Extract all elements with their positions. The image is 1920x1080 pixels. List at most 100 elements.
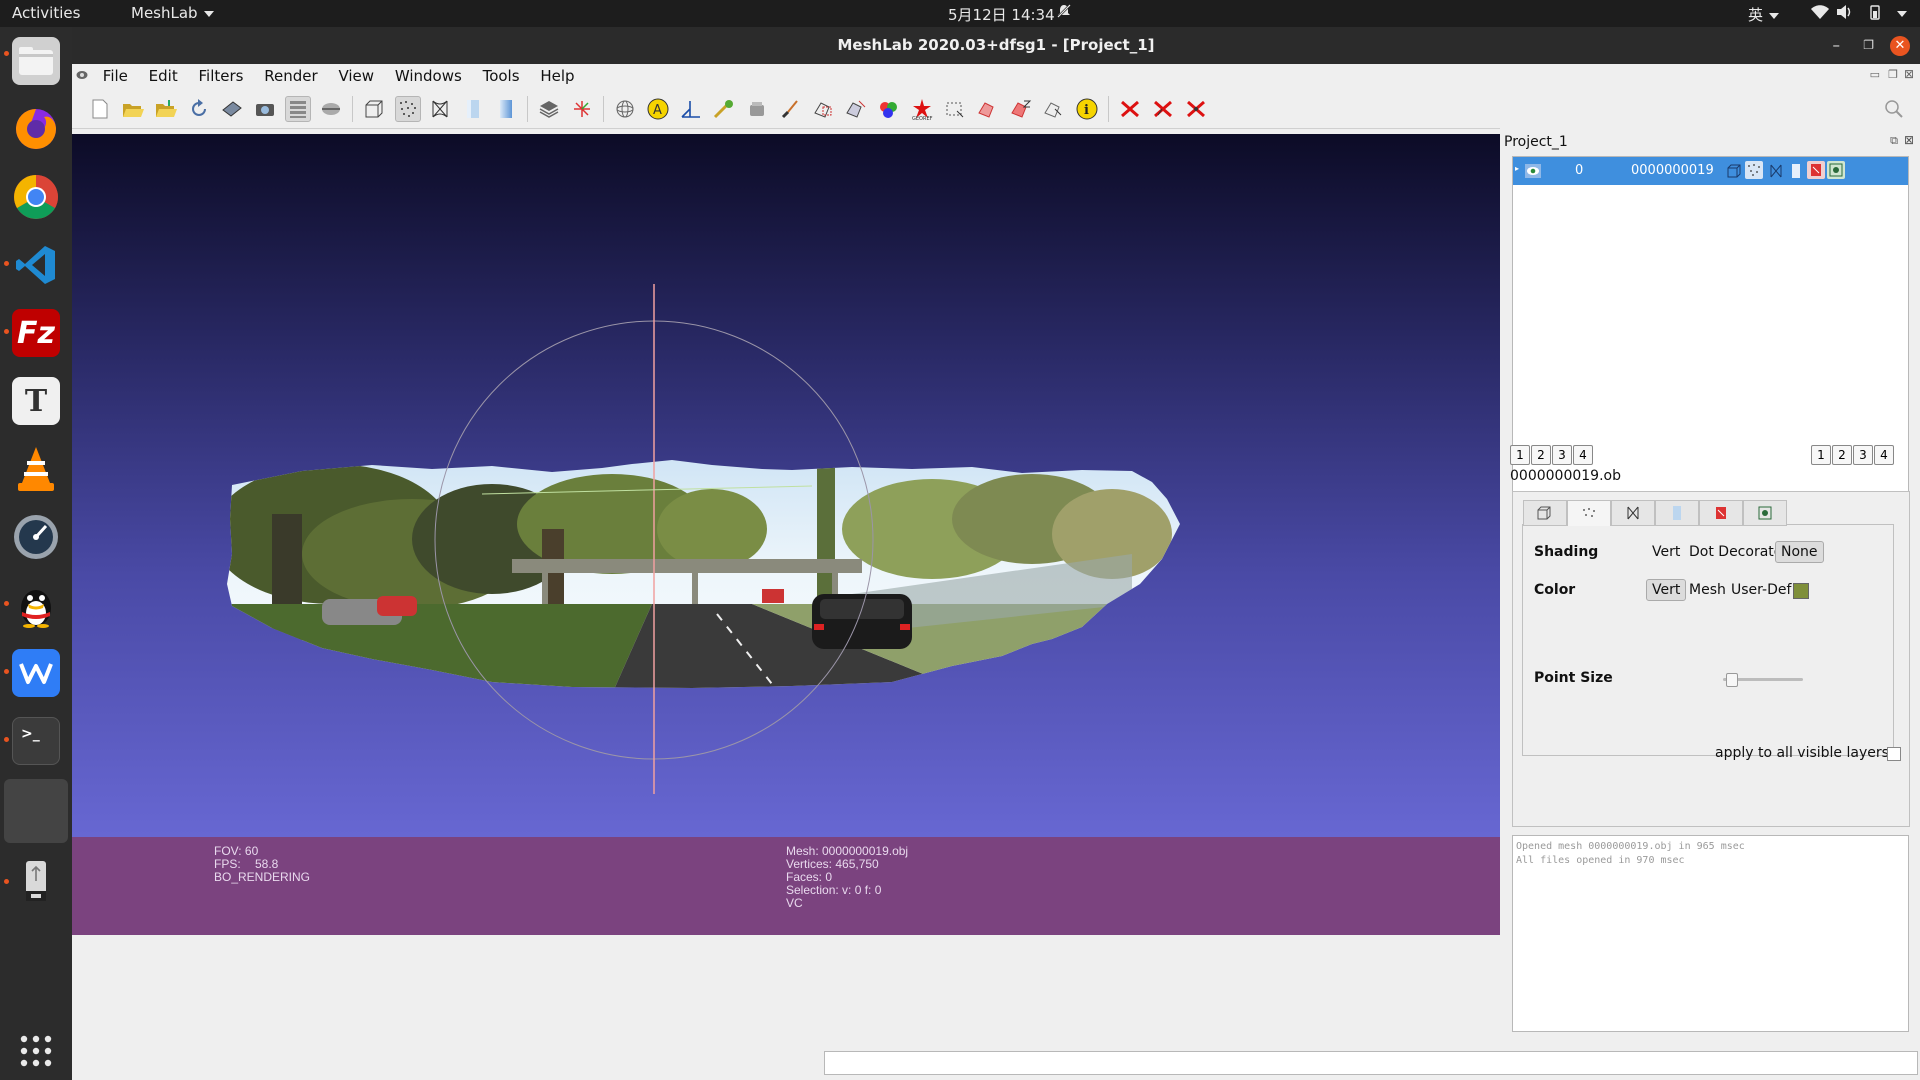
- window-titlebar[interactable]: MeshLab 2020.03+dfsg1 - [Project_1] – ❐ …: [72, 27, 1920, 64]
- clock[interactable]: 5月12日 14:34: [948, 4, 1055, 25]
- expand-arrow-icon[interactable]: ▸: [1515, 164, 1519, 173]
- open-project-icon[interactable]: [121, 97, 145, 121]
- layer-set-button-2[interactable]: 2: [1531, 445, 1551, 465]
- layer-set-button-1[interactable]: 1: [1510, 445, 1530, 465]
- visibility-eye-icon[interactable]: [1525, 163, 1541, 182]
- paint-bucket-icon[interactable]: [745, 97, 769, 121]
- reload-icon[interactable]: [187, 97, 211, 121]
- firefox-icon[interactable]: [12, 105, 60, 153]
- select-connected-icon[interactable]: [976, 97, 1000, 121]
- view-set-button-4[interactable]: 4: [1874, 445, 1894, 465]
- color-option-user-def[interactable]: User-Def: [1731, 582, 1791, 598]
- select-vertices-icon[interactable]: [811, 97, 835, 121]
- delete-selected-icon[interactable]: [1118, 97, 1142, 121]
- menu-view[interactable]: View: [330, 64, 382, 85]
- mdi-minimize-button[interactable]: ▭: [1870, 68, 1880, 81]
- pick-points-icon[interactable]: [712, 97, 736, 121]
- tab-wireframe-icon[interactable]: [1611, 500, 1655, 526]
- vlc-icon[interactable]: [12, 445, 60, 493]
- menu-tools[interactable]: Tools: [475, 64, 528, 85]
- search-icon[interactable]: [1882, 97, 1906, 121]
- color-select-icon[interactable]: [877, 97, 901, 121]
- layer-points-icon[interactable]: [1745, 161, 1763, 179]
- tab-flat-icon[interactable]: [1655, 500, 1699, 526]
- georef-icon[interactable]: GEOREF: [910, 97, 934, 121]
- maximize-button[interactable]: ❐: [1863, 27, 1874, 64]
- shading-option-vert[interactable]: Vert: [1652, 544, 1680, 560]
- align-tool-icon[interactable]: [1042, 97, 1066, 121]
- layer-bbox-icon[interactable]: [1727, 163, 1741, 182]
- mdi-close-button[interactable]: ⊠: [1904, 67, 1914, 81]
- menu-windows[interactable]: Windows: [387, 64, 470, 85]
- view-set-button-1[interactable]: 1: [1811, 445, 1831, 465]
- show-layer-dialog-icon[interactable]: [285, 96, 311, 122]
- snapshot-icon[interactable]: [253, 97, 277, 121]
- point-size-slider-handle[interactable]: [1726, 673, 1739, 687]
- menu-render[interactable]: Render: [256, 64, 325, 85]
- smooth-shading-icon[interactable]: [494, 97, 518, 121]
- import-mesh-icon[interactable]: [154, 97, 178, 121]
- vscode-icon[interactable]: [12, 241, 60, 289]
- 3d-viewport[interactable]: [72, 134, 1500, 871]
- wifi-icon[interactable]: [1811, 5, 1829, 23]
- menu-file[interactable]: File: [95, 64, 136, 85]
- new-project-icon[interactable]: [88, 97, 112, 121]
- qq-icon[interactable]: [12, 581, 60, 629]
- export-mesh-icon[interactable]: [220, 97, 244, 121]
- disk-usage-icon[interactable]: [12, 513, 60, 561]
- tab-decorator-icon[interactable]: [1743, 500, 1787, 526]
- measure-tool-icon[interactable]: [679, 97, 703, 121]
- text-editor-icon[interactable]: T: [12, 377, 60, 425]
- layer-row[interactable]: ▸ 0 0000000019: [1513, 157, 1908, 185]
- usb-drive-icon[interactable]: [12, 857, 60, 905]
- user-def-color-swatch[interactable]: [1793, 583, 1809, 599]
- delete-faces-icon[interactable]: [1151, 97, 1175, 121]
- view-set-button-3[interactable]: 3: [1853, 445, 1873, 465]
- bbox-render-icon[interactable]: [362, 97, 386, 121]
- volume-icon[interactable]: [1836, 5, 1854, 23]
- tab-points-icon[interactable]: [1567, 500, 1611, 526]
- layer-wireframe-icon[interactable]: [1769, 163, 1783, 182]
- mdi-restore-button[interactable]: ❐: [1888, 68, 1898, 81]
- input-method-indicator[interactable]: 英: [1748, 4, 1780, 25]
- select-area-icon[interactable]: [943, 97, 967, 121]
- tab-bbox-icon[interactable]: [1523, 500, 1567, 526]
- apply-to-all-checkbox[interactable]: [1887, 747, 1901, 761]
- annotation-a-icon[interactable]: A: [646, 97, 670, 121]
- activities-button[interactable]: Activities: [12, 4, 80, 22]
- view-set-button-2[interactable]: 2: [1832, 445, 1852, 465]
- app-menu[interactable]: MeshLab: [131, 4, 214, 22]
- filezilla-icon[interactable]: Fz: [12, 309, 60, 357]
- color-option-mesh[interactable]: Mesh: [1689, 582, 1726, 598]
- files-icon[interactable]: [12, 37, 60, 85]
- wps-office-icon[interactable]: [12, 649, 60, 697]
- system-menu[interactable]: [1891, 4, 1907, 22]
- meshlab-menu-icon[interactable]: [72, 64, 90, 85]
- menu-edit[interactable]: Edit: [141, 64, 186, 85]
- terminal-icon[interactable]: >_: [12, 717, 60, 765]
- meshlab-icon-active[interactable]: [4, 779, 68, 843]
- shading-option-none[interactable]: None: [1775, 541, 1824, 563]
- axis-icon[interactable]: [570, 97, 594, 121]
- panel-float-button[interactable]: ⧉: [1890, 134, 1898, 148]
- shading-option-dot-decorator[interactable]: Dot Decorator: [1689, 544, 1788, 560]
- tab-texture-icon[interactable]: [1699, 500, 1743, 526]
- menu-filters[interactable]: Filters: [191, 64, 252, 85]
- close-button[interactable]: ✕: [1890, 36, 1910, 56]
- panel-close-button[interactable]: ⊠: [1904, 133, 1914, 147]
- layer-flat-icon[interactable]: [1791, 163, 1801, 182]
- menu-help[interactable]: Help: [532, 64, 582, 85]
- info-icon[interactable]: i: [1075, 97, 1099, 121]
- layer-set-button-3[interactable]: 3: [1552, 445, 1572, 465]
- flat-shading-icon[interactable]: [461, 97, 485, 121]
- point-size-slider-track[interactable]: [1723, 673, 1803, 687]
- chrome-icon[interactable]: [12, 173, 60, 221]
- show-applications-icon[interactable]: [12, 1027, 60, 1075]
- layer-set-button-4[interactable]: 4: [1573, 445, 1593, 465]
- minimize-button[interactable]: –: [1833, 27, 1841, 64]
- select-z-icon[interactable]: [1009, 97, 1033, 121]
- trackball-icon[interactable]: [613, 97, 637, 121]
- layer-texture-icon[interactable]: [1807, 161, 1825, 179]
- delete-vertices-icon[interactable]: [1184, 97, 1208, 121]
- log-area[interactable]: Opened mesh 0000000019.obj in 965 msec A…: [1512, 835, 1909, 1032]
